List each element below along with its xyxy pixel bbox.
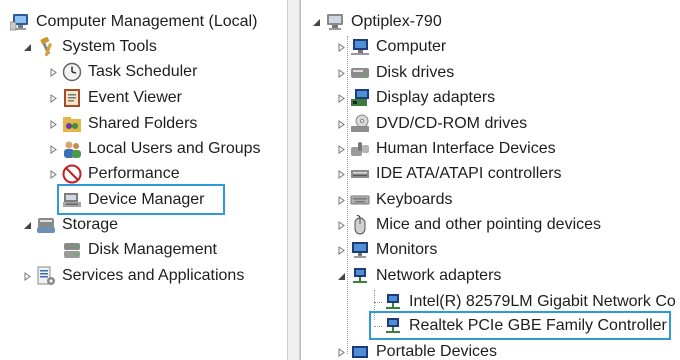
tree-label: Monitors — [376, 241, 438, 258]
tree-item-optiplex-790[interactable]: Optiplex-790 — [309, 10, 442, 34]
expand-arrow-icon[interactable] — [334, 40, 348, 54]
network-adapter-icon — [350, 266, 370, 286]
expand-arrow-icon[interactable] — [334, 218, 348, 232]
expand-arrow-icon[interactable] — [334, 193, 348, 207]
expand-arrow-icon[interactable] — [46, 65, 60, 79]
tree-item-local-users-groups[interactable]: Local Users and Groups — [46, 137, 261, 161]
clock-icon — [62, 62, 82, 82]
tree-item-device-manager[interactable]: Device Manager — [62, 188, 205, 212]
tree-label: Optiplex-790 — [351, 13, 442, 30]
tree-item-display-adapters[interactable]: Display adapters — [334, 86, 495, 110]
tree-label: Realtek PCIe GBE Family Controller — [409, 317, 667, 334]
tree-item-performance[interactable]: Performance — [46, 162, 180, 186]
tree-item-event-viewer[interactable]: Event Viewer — [46, 86, 182, 110]
mouse-icon — [350, 215, 370, 235]
expand-arrow-icon[interactable] — [46, 117, 60, 131]
expand-arrow-icon[interactable] — [334, 117, 348, 131]
network-adapter-icon — [383, 292, 403, 312]
tree-label: Disk Management — [88, 241, 217, 258]
tree-item-system-tools[interactable]: System Tools — [20, 35, 157, 59]
expand-arrow-icon[interactable] — [46, 142, 60, 156]
tree-label: System Tools — [62, 38, 157, 55]
collapse-arrow-icon[interactable] — [334, 269, 348, 283]
tree-item-keyboards[interactable]: Keyboards — [334, 188, 453, 212]
tree-item-realtek-nic[interactable]: Realtek PCIe GBE Family Controller — [383, 314, 667, 338]
users-icon — [62, 139, 82, 159]
portable-device-icon — [350, 342, 370, 360]
tree-label: Storage — [62, 216, 119, 233]
tree-label: Portable Devices — [376, 343, 497, 360]
tree-label: Keyboards — [376, 191, 453, 208]
expand-arrow-icon[interactable] — [334, 167, 348, 181]
expand-arrow-icon[interactable] — [334, 243, 348, 257]
computer-management-icon — [10, 12, 30, 32]
tree-label: Task Scheduler — [88, 63, 198, 80]
shared-folder-icon — [62, 114, 82, 134]
monitor-icon — [350, 240, 370, 260]
tree-item-storage[interactable]: Storage — [20, 213, 118, 237]
dvd-drive-icon — [350, 114, 370, 134]
tree-label: Computer — [376, 38, 447, 55]
expand-arrow-icon[interactable] — [20, 269, 34, 283]
tree-item-ide-controllers[interactable]: IDE ATA/ATAPI controllers — [334, 162, 562, 186]
system-tools-icon — [36, 37, 56, 57]
tree-label: Shared Folders — [88, 115, 198, 132]
console-tree-pane: Computer Management (Local) System Tools… — [0, 0, 287, 360]
tree-item-task-scheduler[interactable]: Task Scheduler — [46, 60, 197, 84]
expand-arrow-icon[interactable] — [46, 91, 60, 105]
tree-label: Disk drives — [376, 64, 455, 81]
tree-label: Network adapters — [376, 267, 502, 284]
storage-icon — [36, 215, 56, 235]
tree-label: Device Manager — [88, 191, 205, 208]
tree-item-monitors[interactable]: Monitors — [334, 238, 437, 262]
tree-item-human-interface-devices[interactable]: Human Interface Devices — [334, 137, 556, 161]
device-tree-pane: Optiplex-790 Computer Disk drives Displa… — [300, 0, 680, 360]
tree-item-disk-drives[interactable]: Disk drives — [334, 61, 454, 85]
event-viewer-icon — [62, 88, 82, 108]
tree-label: Human Interface Devices — [376, 140, 556, 157]
tree-label: Mice and other pointing devices — [376, 216, 602, 233]
hid-icon — [350, 139, 370, 159]
network-adapter-icon — [383, 316, 403, 336]
tree-label: Local Users and Groups — [88, 140, 261, 157]
tree-item-dvd-cd-rom-drives[interactable]: DVD/CD-ROM drives — [334, 112, 527, 136]
tree-item-network-adapters[interactable]: Network adapters — [334, 264, 501, 288]
expand-arrow-icon[interactable] — [334, 142, 348, 156]
collapse-arrow-icon[interactable] — [20, 218, 34, 232]
tree-label: DVD/CD-ROM drives — [376, 115, 528, 132]
device-manager-icon — [62, 190, 82, 210]
pane-splitter[interactable] — [287, 0, 300, 360]
expand-arrow-icon[interactable] — [334, 91, 348, 105]
tree-label: Display adapters — [376, 89, 496, 106]
tree-label: Event Viewer — [88, 89, 182, 106]
tree-item-shared-folders[interactable]: Shared Folders — [46, 112, 197, 136]
tree-item-disk-management[interactable]: Disk Management — [62, 238, 217, 262]
computer-icon — [325, 12, 345, 32]
ide-controller-icon — [350, 164, 370, 184]
tree-label: IDE ATA/ATAPI controllers — [376, 165, 562, 182]
tree-item-services-applications[interactable]: Services and Applications — [20, 264, 244, 288]
tree-item-computer-management[interactable]: Computer Management (Local) — [10, 10, 257, 34]
monitor-icon — [350, 37, 370, 57]
disk-drive-icon — [350, 63, 370, 83]
tree-connector-line — [374, 302, 382, 303]
tree-label: Services and Applications — [62, 267, 245, 284]
tree-label: Computer Management (Local) — [36, 13, 258, 30]
collapse-arrow-icon[interactable] — [309, 15, 323, 29]
expand-arrow-icon[interactable] — [334, 66, 348, 80]
display-adapter-icon — [350, 88, 370, 108]
expand-arrow-icon[interactable] — [46, 167, 60, 181]
expand-arrow-icon[interactable] — [334, 345, 348, 359]
tree-label: Performance — [88, 165, 180, 182]
tree-item-mice[interactable]: Mice and other pointing devices — [334, 213, 601, 237]
keyboard-icon — [350, 190, 370, 210]
performance-icon — [62, 164, 82, 184]
disk-management-icon — [62, 240, 82, 260]
services-icon — [36, 266, 56, 286]
tree-item-computer[interactable]: Computer — [334, 35, 446, 59]
collapse-arrow-icon[interactable] — [20, 40, 34, 54]
tree-item-portable-devices[interactable]: Portable Devices — [334, 340, 497, 360]
